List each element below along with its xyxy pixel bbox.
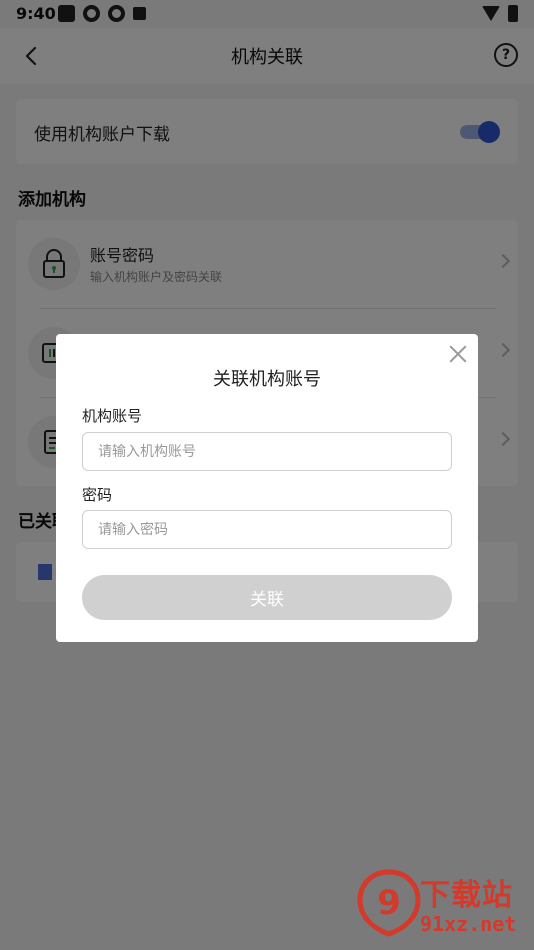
account-input[interactable]: [82, 432, 452, 471]
link-button[interactable]: 关联: [82, 575, 452, 620]
close-icon[interactable]: [448, 344, 468, 364]
password-label: 密码: [82, 486, 113, 504]
dialog-title: 关联机构账号: [213, 369, 321, 390]
account-label: 机构账号: [82, 407, 143, 425]
password-input[interactable]: [82, 510, 452, 549]
link-account-dialog: 关联机构账号 机构账号 密码 关联: [56, 334, 478, 642]
watermark-logo-icon: 9: [357, 869, 421, 937]
watermark-logo-text: 9: [377, 883, 401, 923]
watermark-top-text: 下载站: [420, 878, 513, 913]
watermark: 9 下载站 91xz.net: [356, 868, 526, 944]
watermark-bottom-text: 91xz.net: [420, 912, 517, 936]
